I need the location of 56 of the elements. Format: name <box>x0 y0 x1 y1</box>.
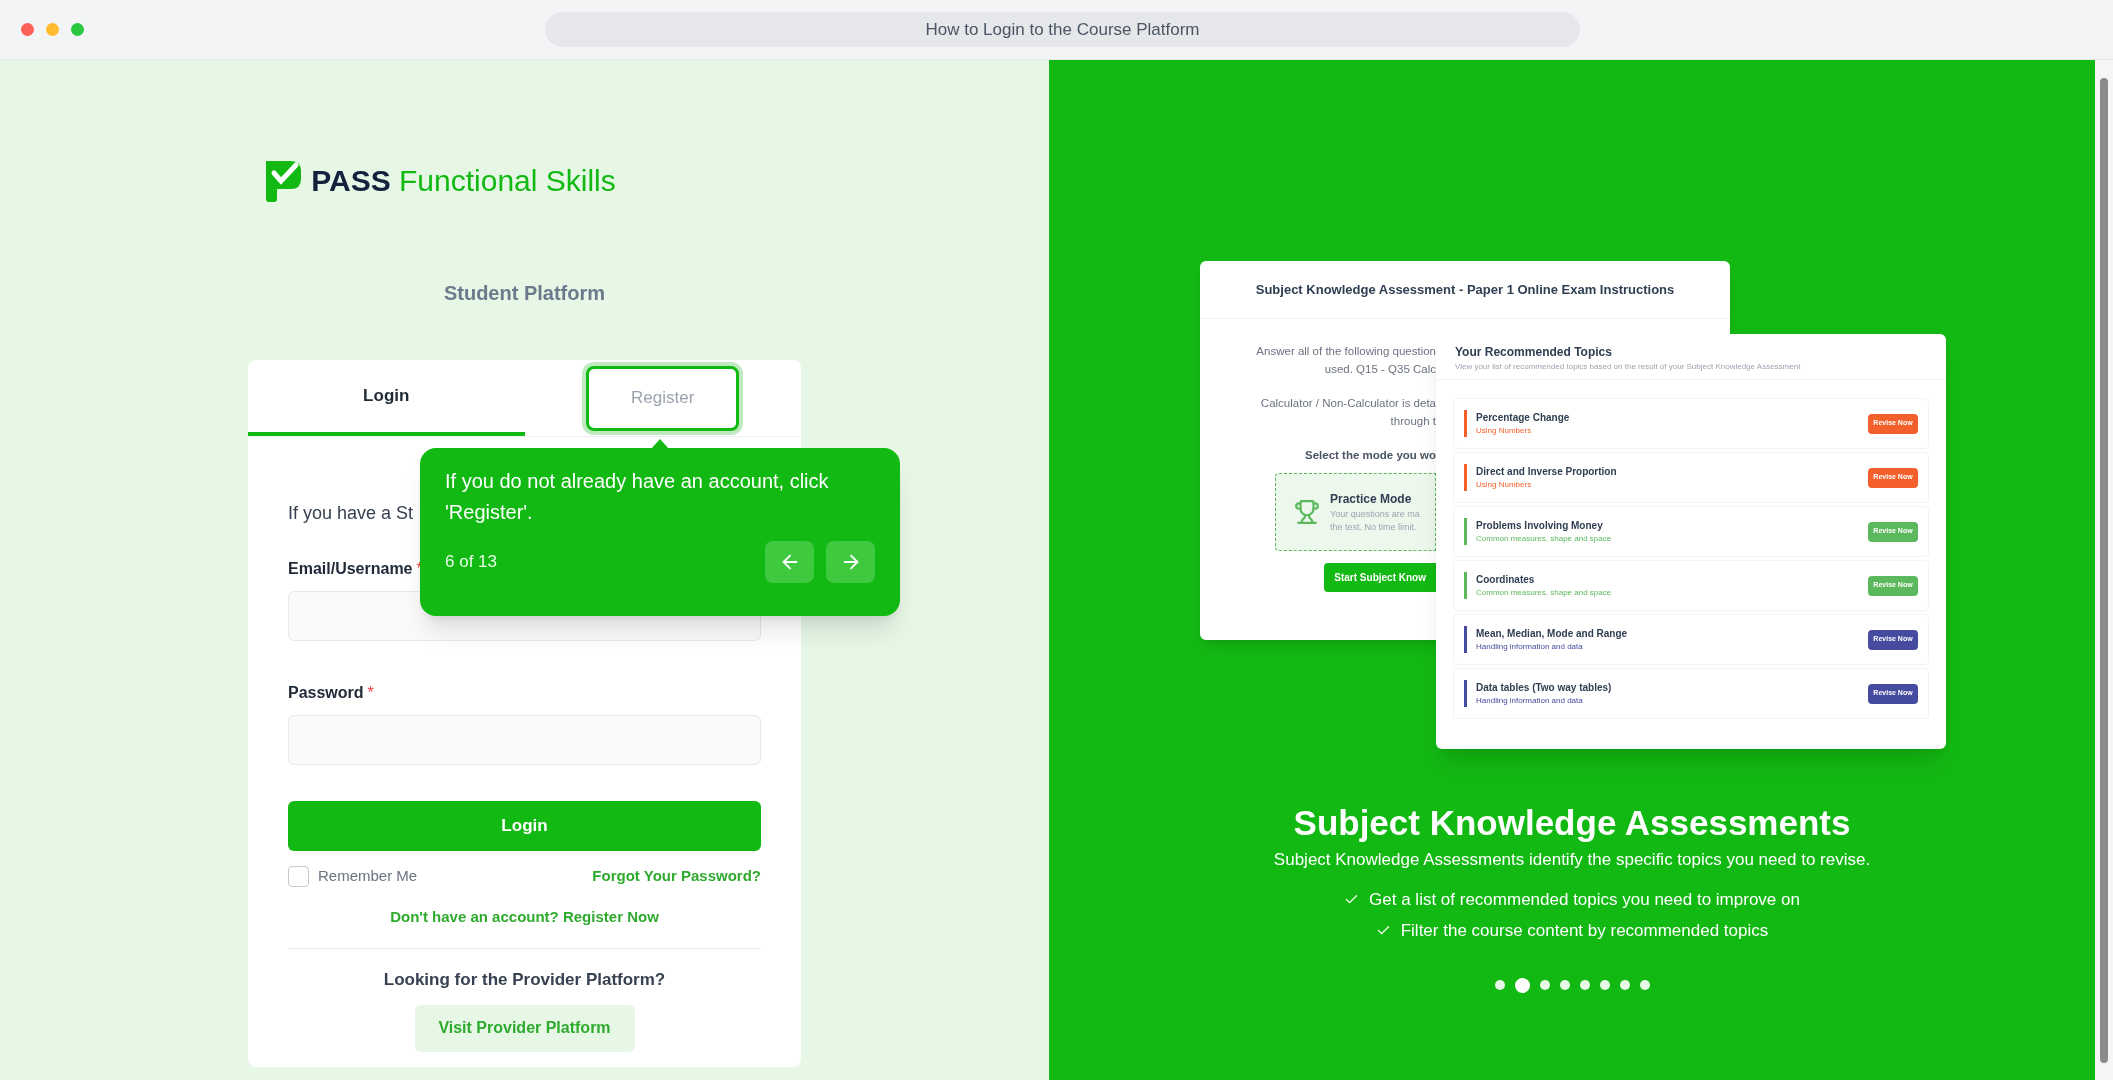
topic-category: Handling information and data <box>1476 641 1584 653</box>
required-mark: * <box>367 683 374 703</box>
address-bar[interactable]: How to Login to the Course Platform <box>545 12 1580 47</box>
trophy-icon <box>1294 499 1320 525</box>
instruction-text: Select the mode you wo <box>1305 448 1436 463</box>
slide-heading: Subject Knowledge Assessments <box>1293 802 1851 844</box>
instruction-text: through t <box>1390 414 1436 429</box>
maximize-window-icon[interactable] <box>71 23 84 36</box>
visit-provider-button[interactable]: Visit Provider Platform <box>414 1004 635 1052</box>
start-button[interactable]: Start Subject Know <box>1324 563 1436 592</box>
field-label: Password <box>288 683 364 703</box>
topic-title: Problems Involving Money <box>1476 519 1604 533</box>
bullet-text: Get a list of recommended topics you need to improve on <box>1369 888 1800 911</box>
next-button[interactable] <box>826 541 875 583</box>
mode-description: Your questions are ma <box>1330 507 1420 521</box>
scrollbar[interactable] <box>2095 60 2113 1080</box>
mode-description: the test. No time limit. <box>1330 521 1418 534</box>
instruction-text: Answer all of the following question <box>1256 344 1436 359</box>
instruction-text: used. Q15 - Q35 Calc <box>1324 362 1436 377</box>
remember-label: Remember Me <box>318 866 418 886</box>
login-button[interactable]: Login <box>288 801 761 851</box>
register-now-link[interactable]: Don't have an account? Register Now <box>390 905 659 928</box>
topic-category: Common measures, shape and space <box>1476 533 1613 545</box>
practice-mode-option[interactable]: Practice Mode Your questions are ma the test. No time limit. <box>1275 473 1436 551</box>
brand-name: PASS Functional Skills <box>311 163 616 199</box>
window-title: How to Login to the Course Platform <box>925 18 1200 41</box>
step-counter: 6 of 13 <box>445 551 497 574</box>
logo-icon <box>263 158 304 203</box>
tooltip-text: If you do not already have an account, click 'Register'. <box>445 469 830 525</box>
slide-description: Subject Knowledge Assessments identify the specific topics you need to revise. <box>1273 849 1871 871</box>
card-subtitle: View your list of recommended topics based on the result of your Subject Knowledge Assessment <box>1455 361 1802 373</box>
mode-title: Practice Mode <box>1330 490 1413 508</box>
instruction-text: Calculator / Non-Calculator is deta <box>1260 396 1436 411</box>
topic-category: Using Numbers <box>1476 479 1533 491</box>
close-window-icon[interactable] <box>21 23 34 36</box>
input-field[interactable] <box>288 715 761 765</box>
intro-text: If you have a St <box>288 502 414 525</box>
previous-button[interactable] <box>765 541 814 583</box>
topic-title: Mean, Median, Mode and Range <box>1476 627 1629 641</box>
topic-title: Percentage Change <box>1476 411 1571 425</box>
topic-title: Coordinates <box>1476 573 1536 587</box>
card-title: Subject Knowledge Assessment - Paper 1 Online Exam Instructions <box>1255 280 1675 299</box>
tab[interactable]: Login <box>248 360 525 436</box>
topic-category: Using Numbers <box>1476 425 1533 437</box>
remember-checkbox[interactable] <box>288 865 309 887</box>
card-title: Your Recommended Topics <box>1455 344 1613 361</box>
provider-question: Looking for the Provider Platform? <box>383 969 666 991</box>
forgot-password-link[interactable]: Forgot Your Password? <box>592 865 761 888</box>
topic-category: Common measures, shape and space <box>1476 587 1613 599</box>
topic-category: Handling information and data <box>1476 695 1584 707</box>
bullet-text: Filter the course content by recommended topics <box>1400 920 1769 942</box>
topic-title: Data tables (Two way tables) <box>1476 681 1613 695</box>
field-label: Email/Username <box>288 559 413 579</box>
topic-title: Direct and Inverse Proportion <box>1476 465 1618 479</box>
platform-title: Student Platform <box>443 281 606 306</box>
minimize-window-icon[interactable] <box>46 23 59 36</box>
